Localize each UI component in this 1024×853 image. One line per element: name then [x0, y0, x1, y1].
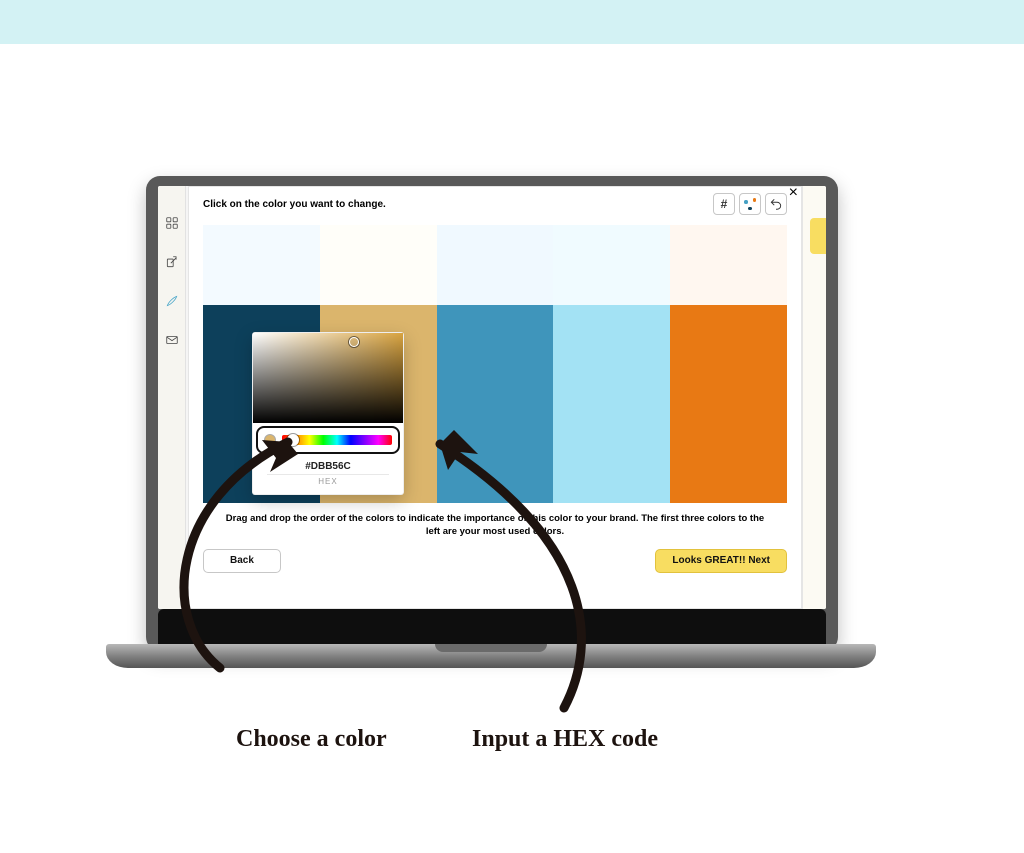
close-icon[interactable]: × — [789, 186, 798, 202]
undo-button[interactable] — [765, 193, 787, 215]
tint-swatch-2[interactable] — [320, 225, 437, 305]
dots-icon — [744, 198, 756, 210]
mail-icon[interactable] — [165, 333, 179, 352]
hex-tool-button[interactable]: # — [713, 193, 735, 215]
tint-swatch-5[interactable] — [670, 225, 787, 305]
panel-header: Click on the color you want to change. # — [189, 187, 801, 219]
tint-swatch-1[interactable] — [203, 225, 320, 305]
right-rail — [802, 186, 826, 609]
tint-swatch-4[interactable] — [553, 225, 670, 305]
arrow-choose-color — [130, 420, 390, 680]
brush-icon[interactable] — [165, 294, 179, 313]
instruction-text: Click on the color you want to change. — [203, 199, 386, 210]
right-accent — [810, 218, 826, 254]
export-icon[interactable] — [165, 255, 179, 274]
color-swatch-5[interactable] — [670, 305, 787, 503]
saturation-field[interactable] — [253, 333, 403, 423]
swatch-tool-button[interactable] — [739, 193, 761, 215]
tool-group: # — [713, 193, 787, 215]
page-banner — [0, 0, 1024, 44]
saturation-handle[interactable] — [349, 337, 359, 347]
next-button[interactable]: Looks GREAT!! Next — [655, 549, 787, 573]
annotation-choose: Choose a color — [236, 726, 387, 753]
arrow-hex-input — [400, 430, 660, 720]
tint-row — [203, 225, 787, 305]
apps-icon[interactable] — [165, 216, 179, 235]
tint-swatch-3[interactable] — [437, 225, 554, 305]
undo-icon — [769, 197, 783, 211]
annotation-hex: Input a HEX code — [472, 726, 658, 753]
